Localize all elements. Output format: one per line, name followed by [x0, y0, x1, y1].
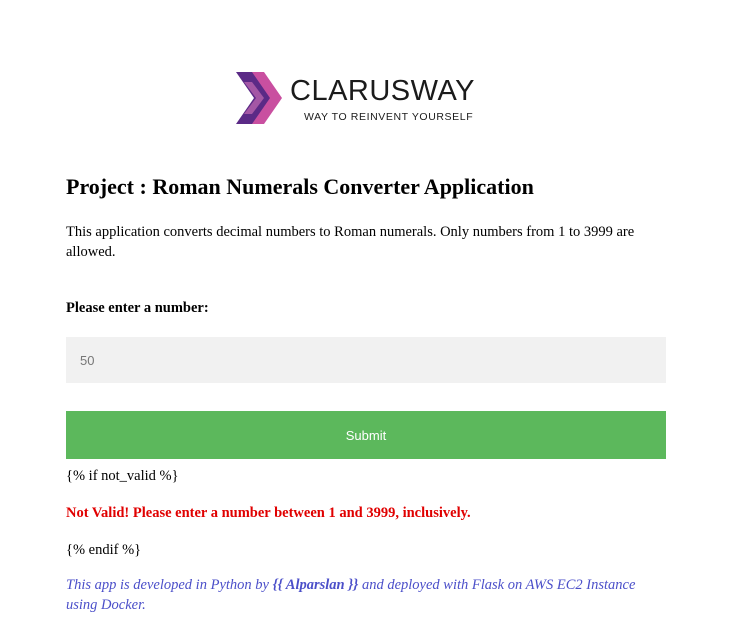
- chevron-arrows-icon: [236, 72, 282, 124]
- number-label: Please enter a number:: [66, 300, 209, 316]
- brand-name: CLARUSWAY: [290, 75, 475, 107]
- template-endif-tag: {% endif %}: [66, 542, 142, 558]
- clarusway-logo: CLARUSWAY WAY TO REINVENT YOURSELF: [234, 72, 499, 124]
- brand-tagline: WAY TO REINVENT YOURSELF: [304, 111, 474, 123]
- submit-button[interactable]: Submit: [66, 411, 666, 459]
- footer-credit: This app is developed in Python by {{ Al…: [66, 575, 666, 615]
- page-title: Project : Roman Numerals Converter Appli…: [66, 174, 534, 199]
- number-input[interactable]: [66, 337, 666, 383]
- error-message: Not Valid! Please enter a number between…: [66, 505, 471, 521]
- app-description: This application converts decimal number…: [66, 224, 635, 260]
- footer-author: {{ Alparslan }}: [272, 577, 359, 593]
- footer-prefix: This app is developed in Python by: [66, 577, 273, 593]
- template-if-tag: {% if not_valid %}: [66, 468, 179, 484]
